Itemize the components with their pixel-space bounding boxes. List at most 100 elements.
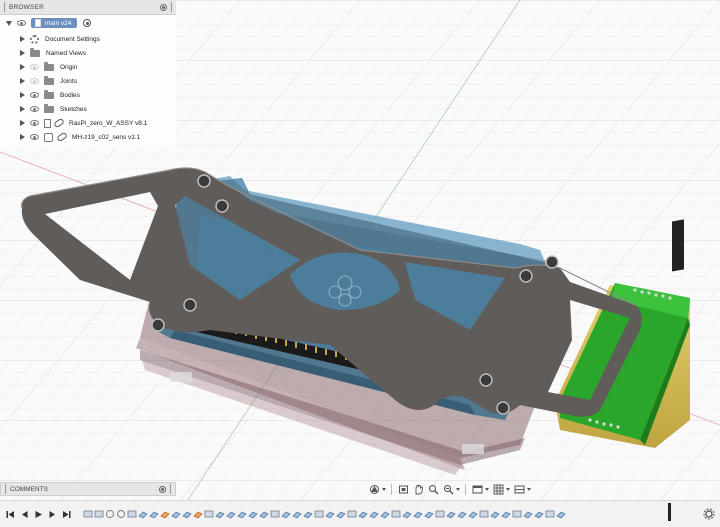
timeline-extrude-icon[interactable] xyxy=(501,508,511,520)
timeline-settings-icon[interactable] xyxy=(703,507,715,520)
timeline-extrude-icon[interactable] xyxy=(303,508,313,520)
timeline-joint-icon[interactable] xyxy=(116,508,126,520)
timeline-extrude-icon[interactable] xyxy=(468,508,478,520)
timeline-extrude-icon[interactable] xyxy=(171,508,181,520)
timeline-fillet-icon[interactable] xyxy=(193,508,203,520)
timeline-extrude-icon[interactable] xyxy=(237,508,247,520)
grid-icon[interactable] xyxy=(492,483,504,495)
viewports-icon[interactable] xyxy=(513,483,525,495)
timeline-extrude-icon[interactable] xyxy=(259,508,269,520)
expand-root-icon[interactable] xyxy=(6,20,12,26)
expand-icon[interactable] xyxy=(20,50,25,56)
orbit-icon[interactable] xyxy=(368,483,380,495)
timeline-extrude-icon[interactable] xyxy=(556,508,566,520)
timeline-sketch-icon[interactable] xyxy=(347,508,357,520)
fit-icon[interactable] xyxy=(442,483,454,495)
active-component-pill[interactable]: main v24 xyxy=(31,18,78,28)
timeline-extrude-icon[interactable] xyxy=(215,508,225,520)
timeline-sketch-icon[interactable] xyxy=(204,508,214,520)
browser-item-named-views[interactable]: Named Views xyxy=(20,47,86,59)
visibility-eye-icon[interactable] xyxy=(30,92,39,98)
timeline-extrude-icon[interactable] xyxy=(182,508,192,520)
visibility-eye-icon[interactable] xyxy=(30,64,39,70)
timeline-sketch-icon[interactable] xyxy=(435,508,445,520)
browser-item-origin[interactable]: Origin xyxy=(20,61,77,73)
browser-root-row[interactable]: main v24 xyxy=(6,17,92,29)
first-step-icon[interactable] xyxy=(5,507,16,521)
timeline-sketch-icon[interactable] xyxy=(512,508,522,520)
toolbar-divider xyxy=(465,483,466,495)
pin-icon[interactable] xyxy=(160,3,167,11)
look-at-icon[interactable] xyxy=(397,483,409,495)
timeline-extrude-icon[interactable] xyxy=(336,508,346,520)
add-comment-icon[interactable] xyxy=(159,485,166,493)
panel-grip-icon[interactable] xyxy=(4,2,5,12)
panel-grip-icon[interactable] xyxy=(5,484,6,494)
timeline-marker[interactable] xyxy=(668,503,671,521)
display-settings-icon[interactable] xyxy=(471,483,483,495)
zoom-dropdown-icon[interactable] xyxy=(456,487,460,491)
timeline-extrude-icon[interactable] xyxy=(358,508,368,520)
viewports-dropdown-icon[interactable] xyxy=(527,487,531,491)
timeline-extrude-icon[interactable] xyxy=(413,508,423,520)
timeline-extrude-icon[interactable] xyxy=(380,508,390,520)
browser-item-sketches[interactable]: Sketches xyxy=(20,103,87,115)
visibility-eye-icon[interactable] xyxy=(30,106,39,112)
comments-panel[interactable]: COMMENTS xyxy=(0,482,176,496)
collapse-panel-icon[interactable] xyxy=(170,484,171,494)
timeline-extrude-icon[interactable] xyxy=(457,508,467,520)
browser-item-bodies[interactable]: Bodies xyxy=(20,89,80,101)
timeline-extrude-icon[interactable] xyxy=(281,508,291,520)
next-step-icon[interactable] xyxy=(47,507,58,521)
timeline-sketch-icon[interactable] xyxy=(83,508,93,520)
timeline-extrude-icon[interactable] xyxy=(523,508,533,520)
browser-header[interactable]: BROWSER xyxy=(0,0,176,15)
timeline-extrude-icon[interactable] xyxy=(424,508,434,520)
timeline-extrude-icon[interactable] xyxy=(226,508,236,520)
expand-icon[interactable] xyxy=(20,120,25,126)
browser-item-raspi-assy[interactable]: RasPi_zero_W_ASSY v8:1 xyxy=(20,117,147,129)
expand-icon[interactable] xyxy=(20,106,25,112)
previous-step-icon[interactable] xyxy=(19,507,30,521)
visibility-eye-icon[interactable] xyxy=(30,78,39,84)
timeline-extrude-icon[interactable] xyxy=(248,508,258,520)
last-step-icon[interactable] xyxy=(61,507,72,521)
timeline-sketch-icon[interactable] xyxy=(545,508,555,520)
timeline-extrude-icon[interactable] xyxy=(149,508,159,520)
timeline-extrude-icon[interactable] xyxy=(490,508,500,520)
visibility-eye-icon[interactable] xyxy=(30,134,39,140)
visibility-eye-icon[interactable] xyxy=(17,20,26,26)
browser-item-joints[interactable]: Joints xyxy=(20,75,77,87)
timeline-extrude-icon[interactable] xyxy=(402,508,412,520)
timeline-extrude-icon[interactable] xyxy=(292,508,302,520)
timeline-extrude-icon[interactable] xyxy=(325,508,335,520)
play-icon[interactable] xyxy=(33,507,44,521)
timeline-sketch-icon[interactable] xyxy=(391,508,401,520)
browser-item-document-settings[interactable]: Document Settings xyxy=(20,33,100,45)
visibility-eye-icon[interactable] xyxy=(30,120,39,126)
zoom-icon[interactable] xyxy=(427,483,439,495)
timeline-joint-icon[interactable] xyxy=(105,508,115,520)
pan-icon[interactable] xyxy=(412,483,424,495)
timeline-extrude-icon[interactable] xyxy=(446,508,456,520)
timeline-sketch-icon[interactable] xyxy=(94,508,104,520)
orbit-dropdown-icon[interactable] xyxy=(382,487,386,491)
timeline-fillet-icon[interactable] xyxy=(160,508,170,520)
timeline-extrude-icon[interactable] xyxy=(138,508,148,520)
expand-icon[interactable] xyxy=(20,134,25,140)
expand-icon[interactable] xyxy=(20,64,25,70)
grid-dropdown-icon[interactable] xyxy=(506,487,510,491)
activate-radio-icon[interactable] xyxy=(83,19,92,27)
timeline-sketch-icon[interactable] xyxy=(479,508,489,520)
browser-item-mh-z19-sensor[interactable]: MH-z19_c02_sens v1:1 xyxy=(20,131,140,143)
expand-icon[interactable] xyxy=(20,92,25,98)
expand-icon[interactable] xyxy=(20,36,25,42)
timeline-sketch-icon[interactable] xyxy=(314,508,324,520)
display-dropdown-icon[interactable] xyxy=(485,487,489,491)
timeline-extrude-icon[interactable] xyxy=(369,508,379,520)
collapse-panel-icon[interactable] xyxy=(171,2,172,12)
timeline-sketch-icon[interactable] xyxy=(270,508,280,520)
timeline-extrude-icon[interactable] xyxy=(534,508,544,520)
expand-icon[interactable] xyxy=(20,78,25,84)
timeline-sketch-icon[interactable] xyxy=(127,508,137,520)
